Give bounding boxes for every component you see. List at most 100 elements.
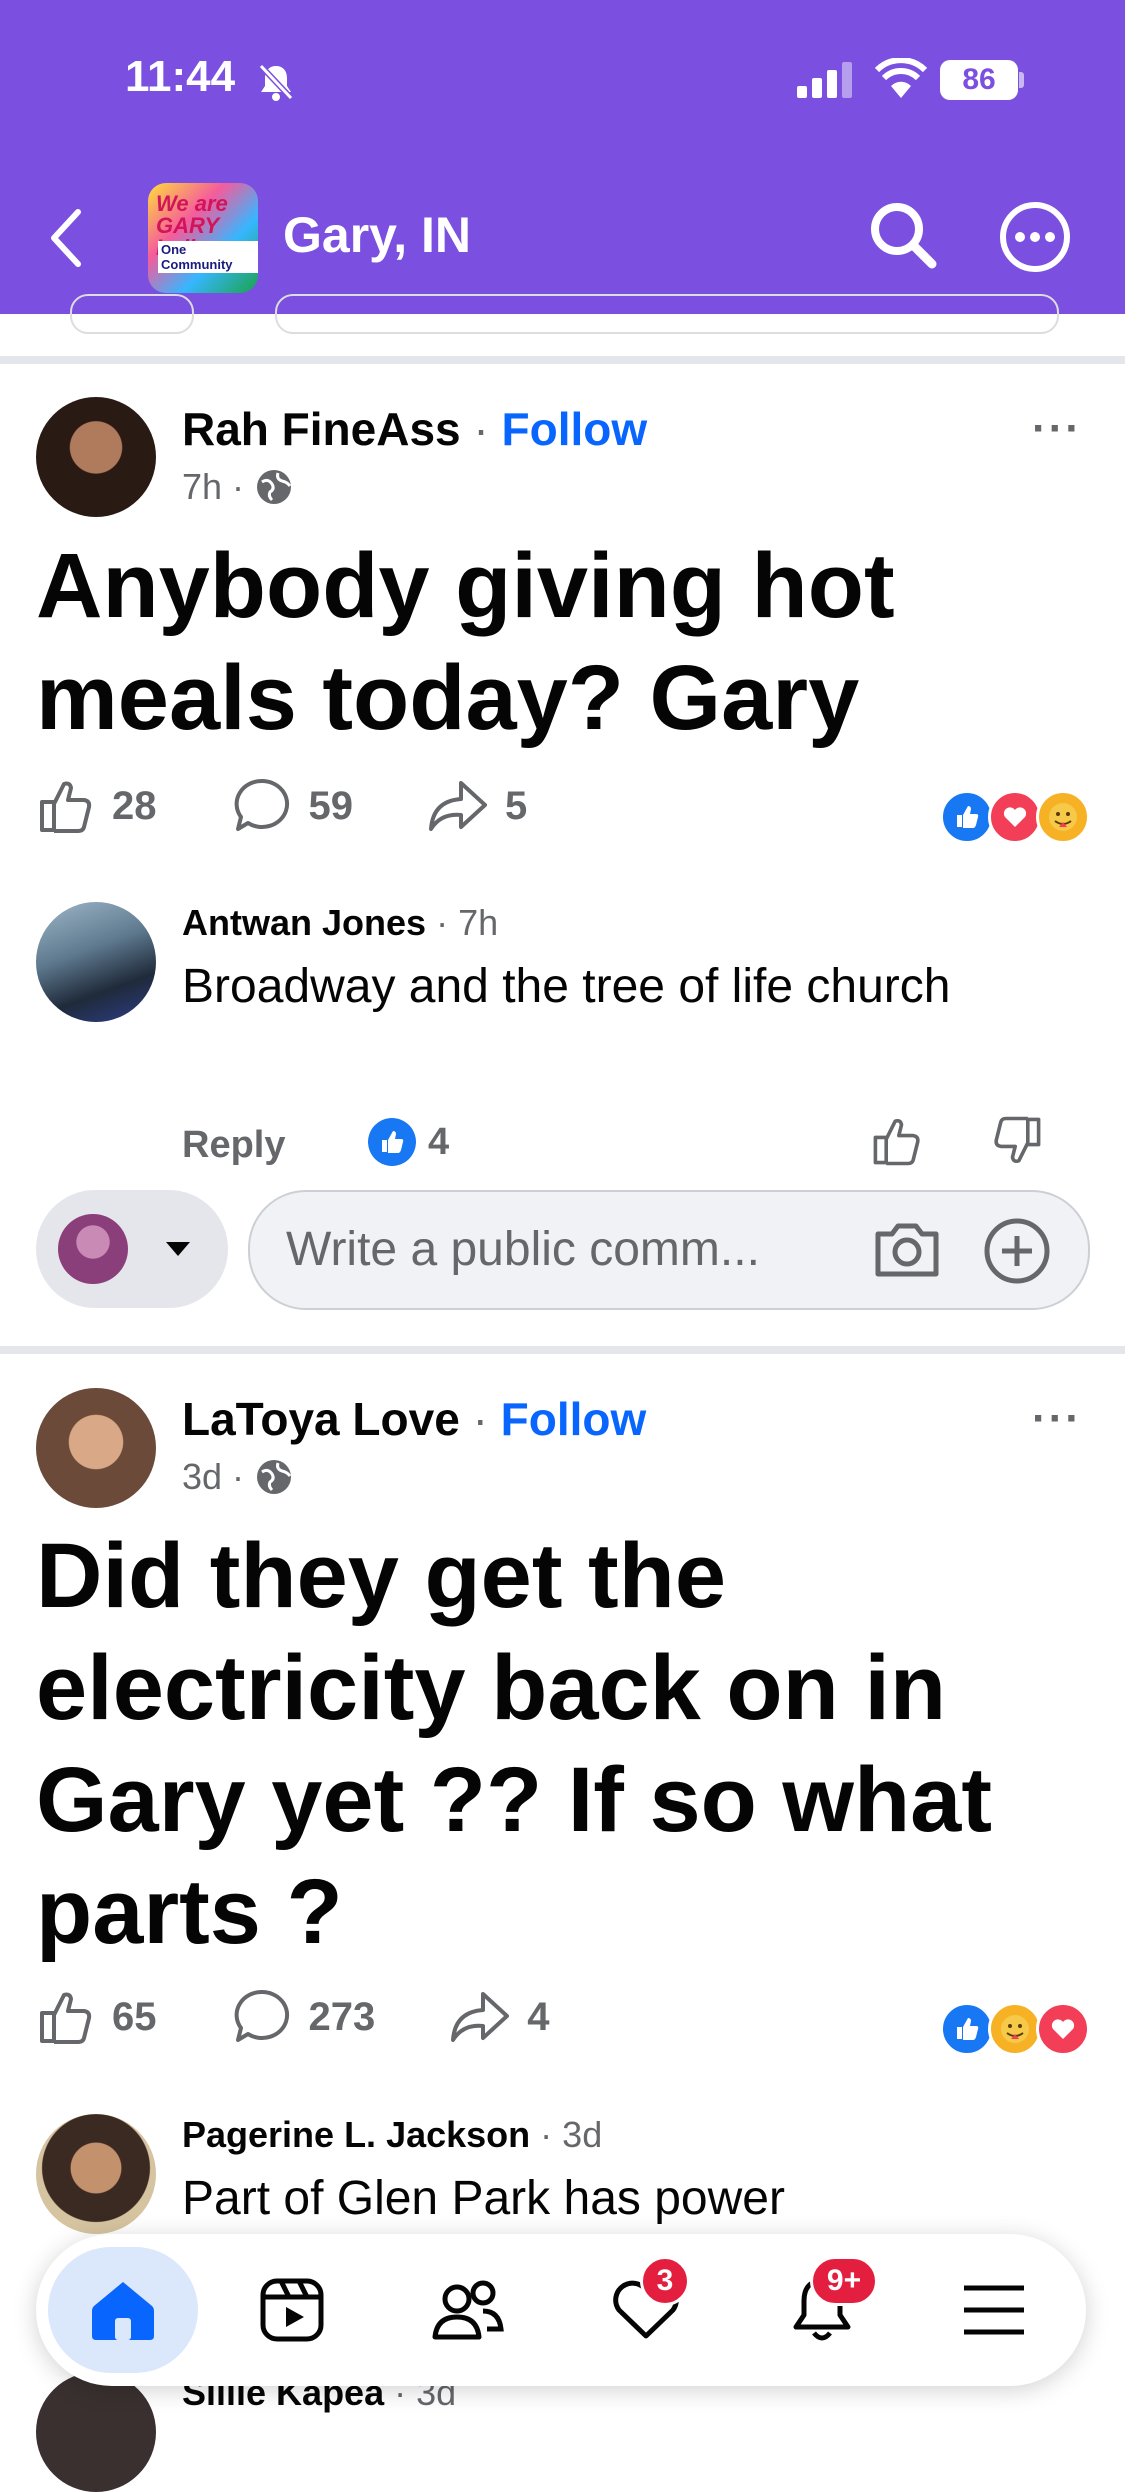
comment-input-placeholder: Write a public comm... [286, 1223, 760, 1276]
comment-time: 7h [458, 902, 499, 943]
comment-author-avatar[interactable] [36, 2114, 156, 2234]
comment-text: Part of Glen Park has power [182, 2172, 785, 2225]
comment-author-name[interactable]: Pagerine L. Jackson [182, 2114, 530, 2155]
separator: · [436, 902, 459, 943]
care-reaction-icon [1036, 790, 1090, 844]
comment-button[interactable]: 273 [231, 1986, 376, 2048]
partially-hidden-row [0, 294, 1125, 360]
post-meta: 7h · [182, 466, 294, 508]
comment-icon [234, 778, 289, 831]
post-author-name[interactable]: LaToya Love [182, 1393, 460, 1445]
share-icon [429, 781, 487, 831]
comment-thumbs-up-icon[interactable] [870, 1114, 924, 1168]
post-actions: 65 273 4 [36, 1986, 550, 2048]
tab-friends[interactable] [398, 2234, 538, 2386]
post-author-avatar[interactable] [36, 1388, 156, 1508]
love-reaction-icon [988, 790, 1042, 844]
comment-author-avatar[interactable] [36, 2372, 156, 2492]
comment-count: 273 [308, 1994, 376, 2039]
post-options-icon[interactable]: ··· [1032, 1394, 1082, 1444]
wifi-icon [875, 58, 927, 98]
comment-like-count: 4 [428, 1120, 450, 1163]
post-time: 3d [182, 1456, 223, 1497]
comment-count: 59 [308, 783, 354, 828]
post-author-line: Rah FineAss · Follow [182, 402, 647, 456]
post-text: Did they get the electricity back on in … [36, 1525, 992, 1963]
hidden-pill [275, 294, 1059, 334]
post-author-name[interactable]: Rah FineAss [182, 403, 461, 455]
caret-down-icon [166, 1242, 190, 1256]
post-author-avatar[interactable] [36, 397, 156, 517]
back-arrow-icon[interactable] [48, 208, 84, 268]
dating-badge: 3 [640, 2256, 690, 2306]
camera-icon[interactable] [872, 1220, 942, 1280]
group-title[interactable]: Gary, IN [283, 206, 471, 264]
comment-author-name[interactable]: Antwan Jones [182, 902, 426, 943]
thumbs-up-icon [40, 781, 92, 833]
status-time: 11:44 [125, 52, 236, 101]
tab-menu[interactable] [924, 2234, 1064, 2386]
tab-home[interactable] [48, 2234, 198, 2386]
tab-notifications[interactable] [752, 2234, 892, 2386]
hidden-pill [70, 294, 194, 334]
separator: · [473, 403, 502, 455]
comment-button[interactable]: 59 [231, 775, 354, 837]
tab-dating[interactable] [576, 2234, 716, 2386]
comment-author-avatar[interactable] [36, 902, 156, 1022]
reaction-summary[interactable] [940, 790, 1090, 844]
group-avatar-subtext: One Community [158, 241, 258, 273]
follow-button[interactable]: Follow [502, 403, 648, 455]
reaction-summary[interactable] [940, 2002, 1090, 2056]
comment-author-line: Pagerine L. Jackson · 3d [182, 2114, 602, 2156]
comment-input[interactable]: Write a public comm... [248, 1190, 1090, 1310]
share-button[interactable]: 5 [427, 775, 527, 837]
comment-text: Broadway and the tree of life church [182, 960, 951, 1013]
comment-as-selector[interactable] [36, 1190, 228, 1308]
post-options-icon[interactable]: ··· [1032, 404, 1082, 454]
post-author-line: LaToya Love · Follow [182, 1392, 646, 1446]
like-reaction-icon [368, 1118, 416, 1166]
video-icon [260, 2278, 324, 2342]
group-avatar[interactable]: We are GARY Indiana One Community [148, 183, 258, 293]
comment-thumbs-down-icon[interactable] [990, 1114, 1044, 1168]
post-meta: 3d · [182, 1456, 294, 1498]
notifications-badge: 9+ [810, 2256, 878, 2306]
current-user-avatar [58, 1214, 128, 1284]
home-icon [92, 2282, 154, 2340]
add-attachment-icon[interactable] [982, 1216, 1052, 1286]
tab-home-highlight [48, 2247, 198, 2373]
globe-icon [257, 1460, 292, 1494]
like-reaction-icon [940, 790, 994, 844]
bottom-tab-bar: 3 9+ [36, 2234, 1086, 2386]
app-header: 11:44 86 We are GARY Indiana One Communi… [0, 0, 1125, 314]
share-count: 4 [527, 1994, 550, 2039]
share-icon [451, 1992, 510, 2042]
hamburger-menu-icon [964, 2285, 1024, 2335]
cell-signal-icon [797, 62, 852, 98]
post-time: 7h [182, 466, 223, 507]
share-button[interactable]: 4 [449, 1986, 550, 2048]
friends-icon [432, 2280, 504, 2340]
comment-likes: 4 [368, 1118, 449, 1166]
separator: · [472, 1393, 501, 1445]
divider [0, 1346, 1125, 1354]
comment-reply-button[interactable]: Reply [182, 1124, 285, 1167]
battery-tip [1019, 72, 1024, 88]
more-options-icon[interactable] [998, 200, 1072, 274]
care-reaction-icon [988, 2002, 1042, 2056]
separator: · [232, 1456, 245, 1497]
like-button[interactable]: 65 [36, 1987, 157, 2047]
like-button[interactable]: 28 [36, 776, 157, 836]
thumbs-up-icon [40, 1992, 92, 2044]
comment-icon [234, 1989, 289, 2042]
tab-video[interactable] [222, 2234, 362, 2386]
like-count: 28 [112, 783, 157, 828]
comment-time: 3d [562, 2114, 603, 2155]
post-text: Anybody giving hot meals today? Gary [36, 535, 895, 749]
search-icon[interactable] [868, 200, 938, 270]
bell-off-icon [258, 63, 294, 101]
globe-icon [257, 470, 292, 504]
like-count: 65 [112, 1994, 157, 2039]
comment-author-line: Antwan Jones · 7h [182, 902, 498, 944]
follow-button[interactable]: Follow [501, 1393, 647, 1445]
